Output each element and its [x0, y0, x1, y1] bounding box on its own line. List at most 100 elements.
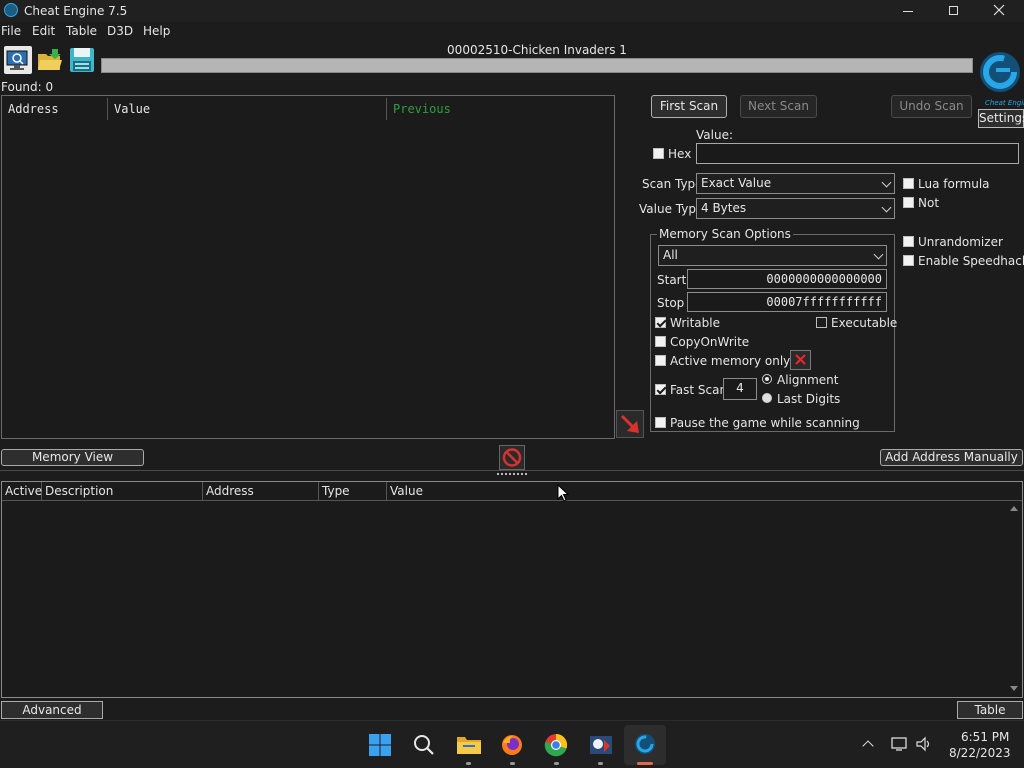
- search-icon: [414, 735, 434, 755]
- stop-scan-button[interactable]: [499, 445, 525, 470]
- address-table-header: Active Description Address Type Value: [2, 482, 1022, 501]
- open-file-button[interactable]: [36, 46, 64, 74]
- writable-checkbox[interactable]: [655, 317, 666, 328]
- taskbar-indicator: [466, 762, 471, 765]
- add-address-manually-button[interactable]: Add Address Manually: [880, 449, 1023, 466]
- taskbar-active-indicator: [637, 762, 653, 765]
- executable-checkbox[interactable]: [816, 317, 827, 328]
- last-digits-label: Last Digits: [777, 392, 841, 406]
- close-button[interactable]: [982, 0, 1016, 22]
- undo-scan-button[interactable]: Undo Scan: [891, 95, 972, 118]
- minimize-button[interactable]: [892, 0, 924, 22]
- window-title: Cheat Engine 7.5: [24, 4, 128, 18]
- next-scan-button[interactable]: Next Scan: [740, 95, 817, 118]
- game-app-button[interactable]: [588, 732, 614, 758]
- title-bar: Cheat Engine 7.5: [0, 0, 1024, 22]
- unrandomizer-label: Unrandomizer: [918, 235, 1003, 249]
- results-header: Address Value Previous: [2, 98, 614, 120]
- menu-d3d[interactable]: D3D: [107, 24, 133, 38]
- not-checkbox[interactable]: [903, 197, 914, 208]
- chrome-icon: [544, 733, 568, 757]
- show-hidden-icons-button[interactable]: [862, 739, 874, 752]
- fast-scan-checkbox[interactable]: [655, 384, 666, 395]
- speedhack-label: Enable Speedhack: [918, 254, 1024, 268]
- column-description[interactable]: Description: [42, 482, 203, 500]
- computer-search-icon: [6, 50, 28, 70]
- start-address-input[interactable]: 0000000000000000: [687, 269, 887, 289]
- speedhack-checkbox[interactable]: [903, 255, 914, 266]
- network-icon[interactable]: [891, 736, 909, 752]
- fast-scan-alignment-input[interactable]: 4: [723, 378, 757, 400]
- search-button[interactable]: [412, 733, 436, 757]
- splitter-grip[interactable]: [497, 473, 527, 478]
- volume-icon[interactable]: [915, 736, 933, 752]
- taskbar-indicator: [510, 762, 515, 765]
- windows-logo-icon: [369, 734, 391, 756]
- menu-edit[interactable]: Edit: [32, 24, 55, 38]
- file-explorer-button[interactable]: [455, 733, 483, 757]
- advanced-options-button[interactable]: Advanced Options: [1, 701, 103, 733]
- start-button[interactable]: [368, 733, 392, 757]
- scan-type-select[interactable]: Exact Value: [696, 173, 895, 194]
- taskbar: 6:51 PM 8/22/2023: [0, 720, 1024, 768]
- chrome-button[interactable]: [544, 733, 568, 757]
- open-process-button[interactable]: [4, 46, 32, 74]
- menu-table[interactable]: Table: [66, 24, 97, 38]
- scan-type-label: Scan Type: [642, 177, 703, 191]
- scroll-up-icon[interactable]: [1010, 506, 1018, 511]
- column-address[interactable]: Address: [2, 98, 108, 120]
- save-button[interactable]: [68, 46, 96, 74]
- copy-on-write-checkbox[interactable]: [655, 336, 666, 347]
- column-address[interactable]: Address: [203, 482, 319, 500]
- firefox-button[interactable]: [500, 733, 524, 757]
- found-count: Found: 0: [1, 80, 54, 94]
- value-type-select[interactable]: 4 Bytes: [696, 198, 895, 219]
- cheat-engine-app-icon: [4, 3, 18, 17]
- column-type[interactable]: Type: [319, 482, 387, 500]
- memory-scan-options-legend: Memory Scan Options: [657, 227, 793, 241]
- firefox-icon: [502, 735, 522, 755]
- settings-button[interactable]: Settings: [978, 109, 1024, 128]
- scan-results-list[interactable]: Address Value Previous: [1, 95, 615, 439]
- lua-formula-label: Lua formula: [918, 177, 990, 191]
- column-value[interactable]: Value: [108, 98, 387, 120]
- stop-address-input[interactable]: 00007fffffffffff: [687, 292, 887, 312]
- maximize-button[interactable]: [938, 0, 970, 22]
- hex-label: Hex: [668, 147, 692, 161]
- alignment-label: Alignment: [777, 373, 839, 387]
- unrandomizer-checkbox[interactable]: [903, 236, 914, 247]
- value-input[interactable]: [696, 143, 1019, 164]
- active-memory-only-checkbox[interactable]: [655, 355, 666, 366]
- no-entry-icon: [502, 448, 522, 467]
- scroll-down-icon[interactable]: [1010, 686, 1018, 691]
- pause-game-checkbox[interactable]: [655, 417, 666, 428]
- writable-label: Writable: [670, 316, 720, 330]
- last-digits-radio[interactable]: [762, 393, 772, 403]
- memory-region-select[interactable]: All: [658, 245, 887, 266]
- table-extras-button[interactable]: Table Extras: [957, 701, 1023, 733]
- column-value[interactable]: Value: [387, 482, 1022, 500]
- menu-bar: File Edit Table D3D Help: [0, 22, 1024, 40]
- value-type-value: 4 Bytes: [701, 201, 747, 215]
- column-previous[interactable]: Previous: [387, 98, 614, 120]
- hex-checkbox[interactable]: [653, 148, 664, 159]
- menu-help[interactable]: Help: [143, 24, 170, 38]
- start-label: Start: [657, 273, 687, 287]
- clock-date[interactable]: 8/22/2023: [949, 746, 1011, 760]
- save-disk-icon: [70, 48, 94, 72]
- menu-file[interactable]: File: [1, 24, 21, 38]
- red-arrow-down-right-icon: [620, 414, 639, 433]
- add-to-list-arrow-button[interactable]: [616, 410, 644, 438]
- monitor-network-icon: [891, 737, 907, 751]
- chevron-down-icon: [881, 177, 892, 188]
- address-table[interactable]: Active Description Address Type Value: [1, 481, 1023, 698]
- lua-formula-checkbox[interactable]: [903, 178, 914, 189]
- process-name: 00002510-Chicken Invaders 1: [447, 43, 627, 57]
- first-scan-button[interactable]: First Scan: [651, 95, 727, 118]
- memory-view-button[interactable]: Memory View: [1, 449, 144, 466]
- cheat-engine-taskbar-button[interactable]: [624, 725, 666, 765]
- alignment-radio[interactable]: [762, 374, 772, 384]
- clock-time[interactable]: 6:51 PM: [961, 730, 1009, 744]
- column-active[interactable]: Active: [2, 482, 42, 500]
- clear-memory-range-button[interactable]: [790, 350, 811, 370]
